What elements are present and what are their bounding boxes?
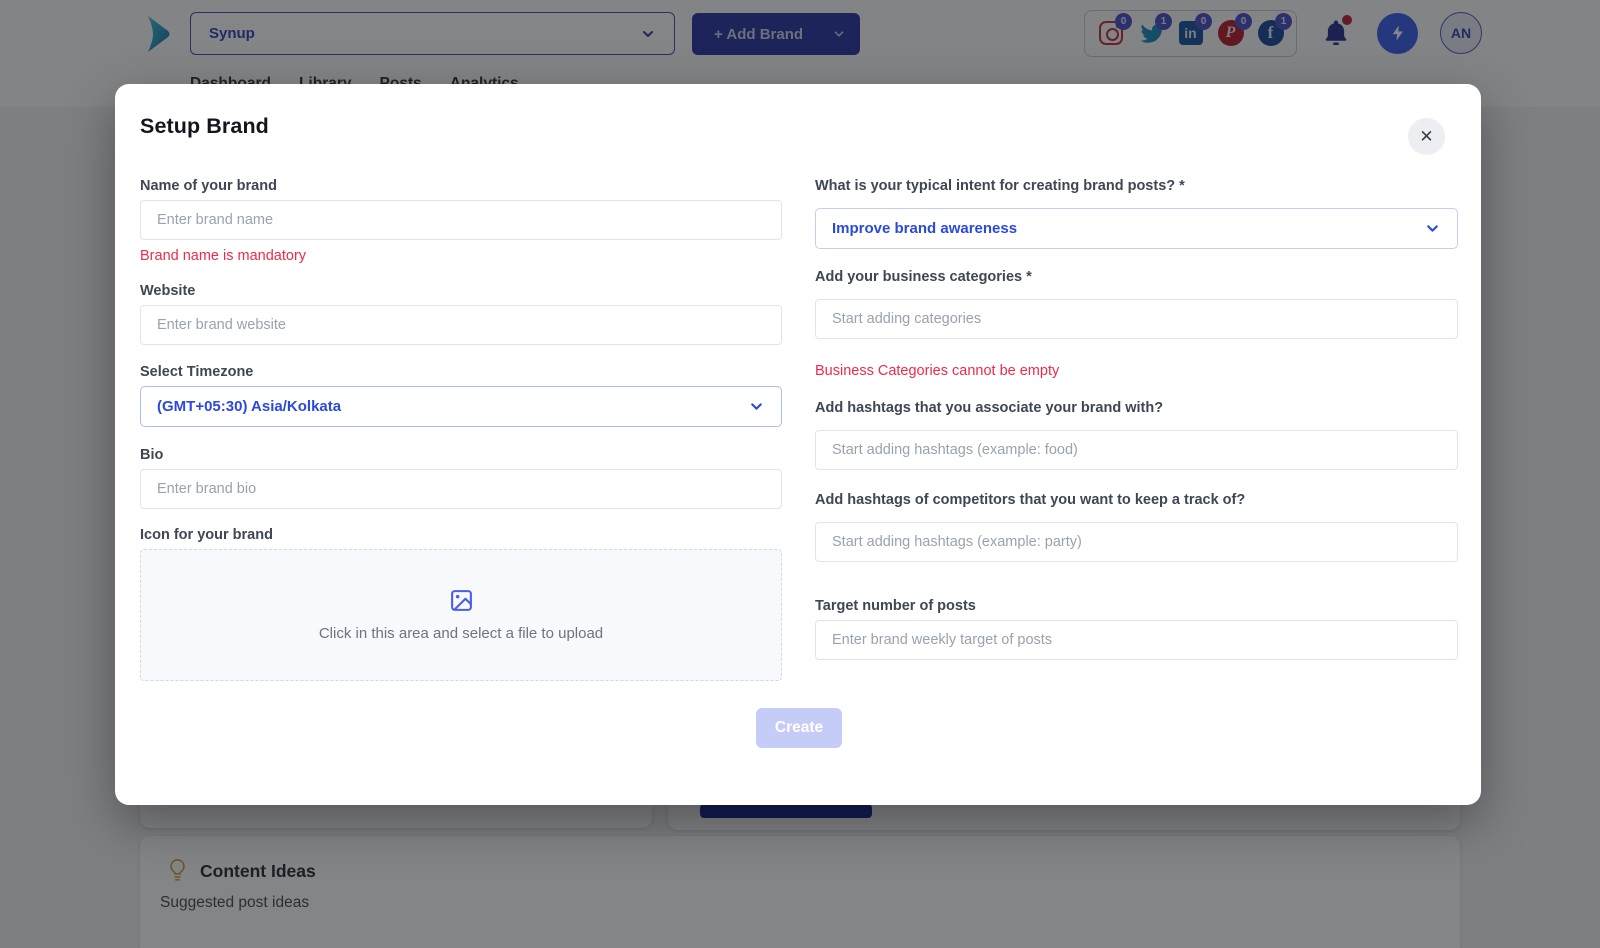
website-input[interactable]: [140, 305, 782, 345]
categories-input[interactable]: [815, 299, 1458, 339]
target-posts-input[interactable]: [815, 620, 1458, 660]
brand-name-input[interactable]: [140, 200, 782, 240]
modal-left-column: Name of your brand Brand name is mandato…: [140, 176, 782, 681]
bio-label: Bio: [140, 447, 164, 463]
categories-label: Add your business categories *: [815, 269, 1032, 285]
brand-icon-label: Icon for your brand: [140, 527, 273, 543]
icon-upload-dropzone[interactable]: Click in this area and select a file to …: [140, 549, 782, 681]
chevron-down-icon: [748, 398, 765, 415]
competitor-hashtags-input[interactable]: [815, 522, 1458, 562]
screen: Synup + Add Brand 0: [0, 0, 1600, 948]
timezone-label: Select Timezone: [140, 364, 254, 380]
intent-value: Improve brand awareness: [832, 220, 1018, 237]
brand-name-label: Name of your brand: [140, 178, 277, 194]
close-icon[interactable]: ✕: [1408, 118, 1445, 155]
categories-error: Business Categories cannot be empty: [815, 363, 1060, 379]
target-posts-label: Target number of posts: [815, 598, 976, 614]
competitor-hashtags-label: Add hashtags of competitors that you wan…: [815, 492, 1246, 508]
bio-input[interactable]: [140, 469, 782, 509]
create-button[interactable]: Create: [756, 708, 842, 748]
upload-hint-text: Click in this area and select a file to …: [318, 625, 604, 642]
chevron-down-icon: [1424, 220, 1441, 237]
brand-name-error: Brand name is mandatory: [140, 248, 307, 264]
setup-brand-modal: ✕ Setup Brand Name of your brand Brand n…: [115, 84, 1481, 805]
modal-title: Setup Brand: [140, 114, 269, 138]
hashtags-label: Add hashtags that you associate your bra…: [815, 400, 1164, 416]
modal-right-column: What is your typical intent for creating…: [815, 176, 1458, 681]
hashtags-input[interactable]: [815, 430, 1458, 470]
intent-select[interactable]: Improve brand awareness: [815, 208, 1458, 249]
timezone-value: (GMT+05:30) Asia/Kolkata: [157, 398, 342, 415]
image-icon: [449, 588, 474, 613]
intent-label: What is your typical intent for creating…: [815, 178, 1185, 194]
timezone-select[interactable]: (GMT+05:30) Asia/Kolkata: [140, 386, 782, 427]
website-label: Website: [140, 283, 196, 299]
